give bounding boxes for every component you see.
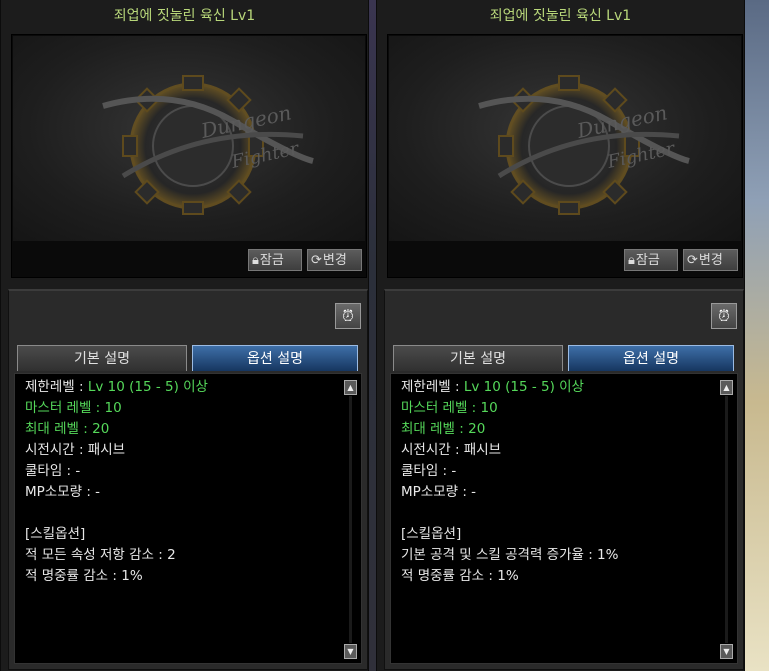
- lock-icon: 🔒︎: [628, 253, 635, 268]
- line-cooldown: 쿨타임 : -: [25, 463, 81, 479]
- skill-title: 죄업에 짓눌린 육신 Lv1: [489, 8, 632, 24]
- scroll-up-arrow-icon[interactable]: ▲: [344, 380, 357, 395]
- description-content: 제한레벨 : Lv 10 (15 - 5) 이상 마스터 레벨 : 10 최대 …: [390, 373, 738, 664]
- skill-preview: Dungeon Fighter 🔒︎잠금 ⟳변경: [11, 34, 367, 278]
- preview-screen: Dungeon Fighter: [13, 36, 365, 241]
- line-option-1: 기본 공격 및 스킬 공격력 증가율 : 1%: [401, 547, 619, 563]
- line-cast-time: 시전시간 : 패시브: [25, 442, 126, 458]
- line-cooldown: 쿨타임 : -: [401, 463, 457, 479]
- background-gap: [369, 0, 376, 671]
- line-skill-option-header: [스킬옵션]: [401, 526, 462, 542]
- refresh-icon: ⟳: [687, 253, 698, 268]
- description-lines: 제한레벨 : Lv 10 (15 - 5) 이상 마스터 레벨 : 10 최대 …: [25, 377, 337, 587]
- line-master-level: 마스터 레벨 : 10: [401, 400, 498, 416]
- game-logo-emblem: Dungeon Fighter: [478, 75, 690, 215]
- lock-button[interactable]: 🔒︎잠금: [624, 249, 678, 271]
- line-option-2: 적 명중률 감소 : 1%: [25, 568, 143, 584]
- scroll-down-arrow-icon[interactable]: ▼: [720, 644, 733, 659]
- line-blank: [401, 503, 713, 524]
- game-logo-emblem: Dungeon Fighter: [102, 75, 314, 215]
- line-blank: [25, 503, 337, 524]
- line-required-level: 제한레벨 : Lv 10 (15 - 5) 이상: [25, 379, 208, 395]
- line-option-1: 적 모든 속성 저항 감소 : 2: [25, 547, 176, 563]
- description-lines: 제한레벨 : Lv 10 (15 - 5) 이상 마스터 레벨 : 10 최대 …: [401, 377, 713, 587]
- alarm-clock-icon[interactable]: ⏰︎: [711, 303, 737, 329]
- scroll-track[interactable]: [349, 396, 352, 643]
- tab-option-description[interactable]: 옵션 설명: [192, 345, 358, 371]
- scrollbar[interactable]: ▲ ▼: [720, 380, 733, 659]
- preview-screen: Dungeon Fighter: [389, 36, 741, 241]
- line-skill-option-header: [스킬옵션]: [25, 526, 86, 542]
- line-mp-cost: MP소모량 : -: [25, 484, 101, 500]
- scroll-down-arrow-icon[interactable]: ▼: [344, 644, 357, 659]
- skill-title: 죄업에 짓눌린 육신 Lv1: [113, 8, 256, 24]
- line-cast-time: 시전시간 : 패시브: [401, 442, 502, 458]
- lock-button[interactable]: 🔒︎잠금: [248, 249, 302, 271]
- scroll-up-arrow-icon[interactable]: ▲: [720, 380, 733, 395]
- description-content: 제한레벨 : Lv 10 (15 - 5) 이상 마스터 레벨 : 10 최대 …: [14, 373, 362, 664]
- skill-panel-left: 죄업에 짓눌린 육신 Lv1 Dungeon Fighter 🔒︎잠금 ⟳변경 …: [0, 0, 369, 671]
- description-area: ⏰︎ 기본 설명 옵션 설명 제한레벨 : Lv 10 (15 - 5) 이상 …: [384, 289, 744, 670]
- lock-icon: 🔒︎: [252, 253, 259, 268]
- tab-option-description[interactable]: 옵션 설명: [568, 345, 734, 371]
- line-max-level: 최대 레벨 : 20: [25, 421, 110, 437]
- skill-preview: Dungeon Fighter 🔒︎잠금 ⟳변경: [387, 34, 743, 278]
- tab-basic-description[interactable]: 기본 설명: [17, 345, 187, 371]
- scrollbar[interactable]: ▲ ▼: [344, 380, 357, 659]
- line-master-level: 마스터 레벨 : 10: [25, 400, 122, 416]
- skill-panel-right: 죄업에 짓눌린 육신 Lv1 Dungeon Fighter 🔒︎잠금 ⟳변경 …: [376, 0, 745, 671]
- change-button[interactable]: ⟳변경: [307, 249, 362, 271]
- line-option-2: 적 명중률 감소 : 1%: [401, 568, 519, 584]
- change-button[interactable]: ⟳변경: [683, 249, 738, 271]
- line-max-level: 최대 레벨 : 20: [401, 421, 486, 437]
- scroll-track[interactable]: [725, 396, 728, 643]
- tab-basic-description[interactable]: 기본 설명: [393, 345, 563, 371]
- line-required-level: 제한레벨 : Lv 10 (15 - 5) 이상: [401, 379, 584, 395]
- line-mp-cost: MP소모량 : -: [401, 484, 477, 500]
- background-right-edge: [745, 0, 769, 671]
- alarm-clock-icon[interactable]: ⏰︎: [335, 303, 361, 329]
- refresh-icon: ⟳: [311, 253, 322, 268]
- description-area: ⏰︎ 기본 설명 옵션 설명 제한레벨 : Lv 10 (15 - 5) 이상 …: [8, 289, 368, 670]
